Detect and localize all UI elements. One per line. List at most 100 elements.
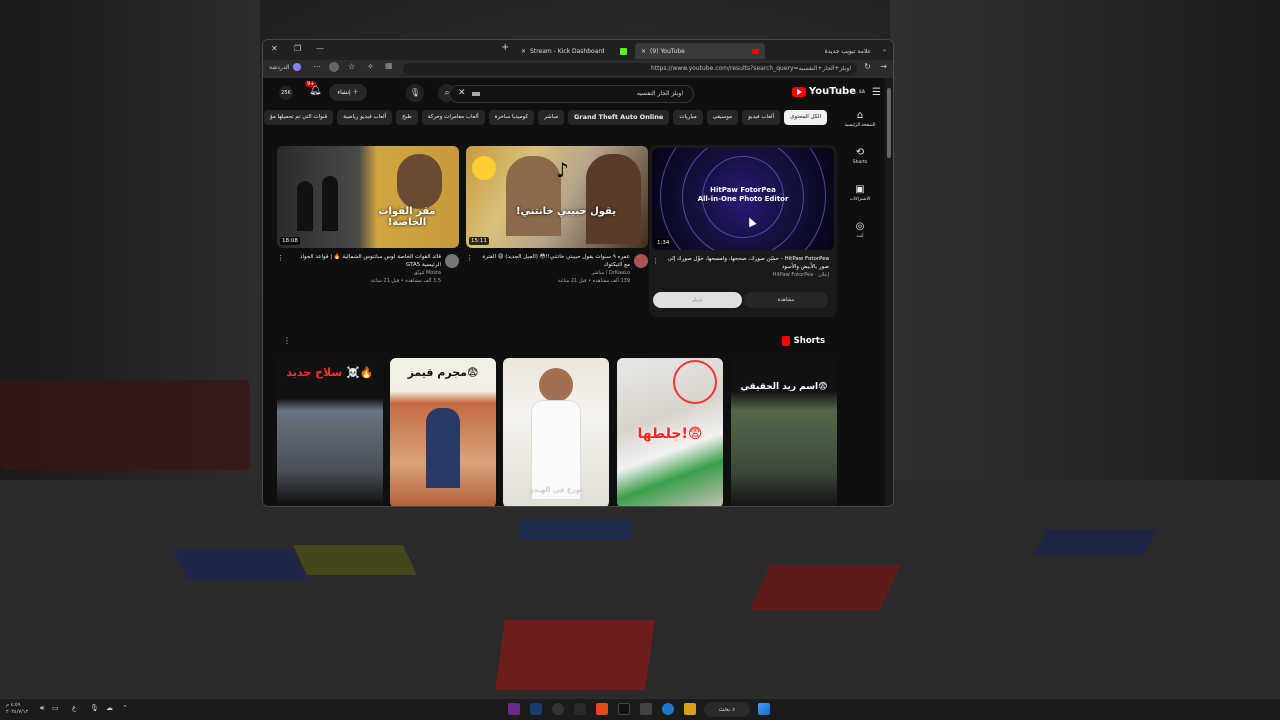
channel-name[interactable]: DrKaaLo / مباشر xyxy=(480,269,630,277)
voice-search-mic-icon[interactable]: 🎙︎ xyxy=(406,84,424,102)
more-actions-icon[interactable]: ⋮ xyxy=(277,254,284,262)
copilot-icon[interactable] xyxy=(293,63,301,71)
chip-video-games[interactable]: ألعاب فيديو xyxy=(742,110,781,125)
tiktok-logo-icon: ♪ xyxy=(556,158,569,182)
windows-start-icon[interactable] xyxy=(758,703,770,715)
channel-avatar[interactable] xyxy=(445,254,459,268)
tab-new[interactable]: علامة تبويب جديدة xyxy=(767,43,877,59)
create-button[interactable]: إنشاء ＋ xyxy=(329,84,367,101)
mic-tray-icon[interactable]: 🎙︎ xyxy=(90,704,99,712)
cloud-icon[interactable]: ☁︎ xyxy=(106,704,113,712)
sidebar-item-subscriptions[interactable]: ▣ الاشتراكات xyxy=(835,184,885,221)
ad-card[interactable]: HitPaw FotorPea All-in-One Photo Editor … xyxy=(649,145,837,317)
video-title[interactable]: عمره ٩ سنوات يقول حبيبتي خانتني!!😳 (الجي… xyxy=(480,253,630,269)
silhouette-graphic xyxy=(297,181,313,231)
keyboard-icon[interactable] xyxy=(472,92,480,96)
chip-comedy[interactable]: كوميديا ساخرة xyxy=(488,110,535,125)
avatar[interactable]: 25K xyxy=(279,86,293,100)
video-thumbnail[interactable]: مقر القوات الخاصة! 18:08 xyxy=(277,146,459,248)
tab-youtube[interactable]: ✕ (9) YouTube xyxy=(635,43,765,59)
scrollbar-thumb[interactable] xyxy=(887,88,891,158)
steam-icon[interactable] xyxy=(530,703,542,715)
floor-tile-red xyxy=(495,620,655,690)
tab-list-chevron-icon[interactable]: ⌄ xyxy=(882,46,887,53)
tab-label: علامة تبويب جديدة xyxy=(824,47,871,55)
close-window-icon[interactable]: ✕ xyxy=(271,44,278,53)
more-actions-icon[interactable]: ⋮ xyxy=(466,254,473,262)
taskbar: ٤:٥٩ م ٢٠٢٤/٧/١٢ 🔊︎ ▭ ع 🎙︎ ☁︎ ⌃ بحث ⌕ xyxy=(0,698,1280,720)
tiktok-icon[interactable] xyxy=(618,703,630,715)
more-actions-icon[interactable]: ⋮ xyxy=(652,257,659,265)
clear-search-icon[interactable]: ✕ xyxy=(458,88,466,98)
recorder-icon[interactable] xyxy=(574,703,586,715)
chip-music[interactable]: موسيقى xyxy=(706,110,739,125)
short-card[interactable]: تورع في الهيدو xyxy=(503,358,609,506)
youtube-logo[interactable]: YouTube SA xyxy=(791,86,865,97)
thumb-caption: مقر القوات الخاصة! xyxy=(378,206,436,228)
network-icon[interactable]: ▭ xyxy=(52,704,59,712)
ad-thumbnail[interactable]: HitPaw FotorPea All-in-One Photo Editor … xyxy=(652,148,834,250)
chip-matches[interactable]: مباريات xyxy=(673,110,703,125)
ad-secondary-button[interactable]: تنزيل xyxy=(653,292,742,308)
shorts-title: Shorts xyxy=(793,336,825,346)
short-card[interactable]: اسم ريد الحقيقي😨 xyxy=(731,358,837,506)
tray-chevron-icon[interactable]: ⌃ xyxy=(122,704,128,712)
short-card[interactable]: مجرم قيمز😨 xyxy=(390,358,496,506)
brave-icon[interactable] xyxy=(596,703,608,715)
new-tab-icon[interactable]: + xyxy=(501,42,509,53)
profile-avatar-icon[interactable] xyxy=(329,62,339,72)
video-thumbnail[interactable]: ♪ يقول حبيبي خانتني! 15:11 xyxy=(466,146,648,248)
video-title[interactable]: قائد القوات الخاصة لوس سانتوس الشمالية 🔥… xyxy=(291,253,441,269)
store-icon[interactable] xyxy=(640,703,652,715)
chip-action-adventure[interactable]: ألعاب مغامرات وحركة xyxy=(421,110,485,125)
chip-live[interactable]: مباشر xyxy=(538,110,565,125)
tab-kick[interactable]: ✕ Stream - Kick Dashboard xyxy=(515,43,633,59)
edge-icon[interactable] xyxy=(662,703,674,715)
video-card[interactable]: مقر القوات الخاصة! 18:08 قائد القوات الخ… xyxy=(277,146,459,284)
short-title: جلطها!😨 xyxy=(637,426,703,442)
profile-chat-label[interactable]: الدردشة xyxy=(269,64,289,71)
video-card[interactable]: ♪ يقول حبيبي خانتني! 15:11 عمره ٩ سنوات … xyxy=(466,146,648,284)
chip-cooking[interactable]: طبخ xyxy=(396,110,418,125)
collections-icon[interactable]: ▦ xyxy=(385,61,393,70)
sidebar-item-home[interactable]: ⌂ الصفحة الرئيسية xyxy=(835,110,885,147)
person-graphic xyxy=(397,154,442,209)
chip-recently-uploaded[interactable]: قنوات التي تم تحميلها مؤ xyxy=(264,110,334,125)
floor-tile-blue xyxy=(171,550,309,580)
sidebar-item-shorts[interactable]: ⟲ Shorts xyxy=(835,147,885,184)
close-tab-icon[interactable]: ✕ xyxy=(641,48,646,55)
chip-gta-online[interactable]: Grand Theft Auto Online xyxy=(568,110,670,125)
short-card[interactable]: جلطها!😨 xyxy=(617,358,723,506)
menu-hamburger-icon[interactable]: ☰ xyxy=(872,87,881,98)
url-field[interactable]: https://www.youtube.com/results?search_q… xyxy=(403,63,857,75)
shorts-more-icon[interactable]: ⋮ xyxy=(283,336,291,345)
language-indicator[interactable]: ع xyxy=(72,704,76,712)
notification-badge: 9+ xyxy=(305,81,317,87)
volume-icon[interactable]: 🔊︎ xyxy=(40,704,44,713)
favorites-icon[interactable]: ☆ xyxy=(348,62,355,71)
taskbar-search[interactable]: بحث ⌕ xyxy=(704,702,750,717)
filter-chips: الكل المحتوى ألعاب فيديو موسيقى مباريات … xyxy=(264,110,827,126)
file-explorer-icon[interactable] xyxy=(684,703,696,715)
restore-window-icon[interactable]: ❐ xyxy=(294,44,301,53)
chip-sports-games[interactable]: ألعاب فيديو رياضية xyxy=(337,110,393,125)
refresh-icon[interactable]: ↻ xyxy=(864,62,871,71)
close-tab-icon[interactable]: ✕ xyxy=(521,48,526,55)
person-graphic xyxy=(426,408,460,488)
ad-title[interactable]: HitPaw FotorPea - حسّن صورك، صححها، وامس… xyxy=(659,255,830,271)
search-input[interactable]: اوبلز الجار النفسيه ✕ xyxy=(449,85,694,103)
extensions-icon[interactable]: ✧ xyxy=(367,62,374,71)
channel-name[interactable]: Mosta مُوثّق xyxy=(291,269,441,277)
ad-watch-button[interactable]: مشاهدة xyxy=(744,292,828,308)
short-card[interactable]: سلاح جديد ☠️🔥 xyxy=(277,358,383,506)
back-arrow-icon[interactable]: → xyxy=(880,62,887,71)
sidebar-item-you[interactable]: ◎ أنت xyxy=(835,221,885,258)
github-icon[interactable] xyxy=(552,703,564,715)
channel-avatar[interactable] xyxy=(634,254,648,268)
chip-all[interactable]: الكل المحتوى xyxy=(784,110,827,125)
more-icon[interactable]: ⋯ xyxy=(313,62,321,71)
tray-clock[interactable]: ٤:٥٩ م ٢٠٢٤/٧/١٢ xyxy=(6,702,28,716)
highlight-circle-graphic xyxy=(673,360,717,404)
minimize-window-icon[interactable]: — xyxy=(316,44,324,53)
app-taskbar-icon[interactable] xyxy=(508,703,520,715)
